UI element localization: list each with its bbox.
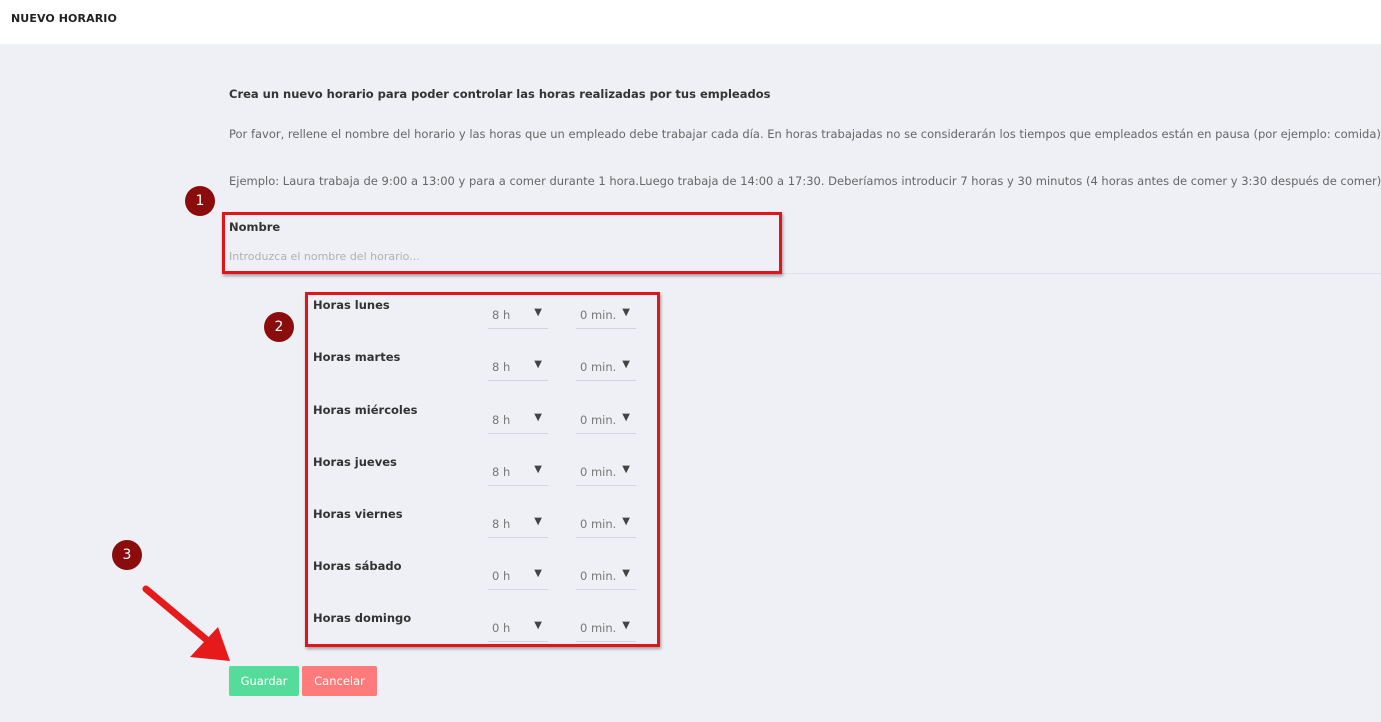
hours-select[interactable]: 8 h ▼ [488, 513, 548, 538]
caret-down-icon: ▼ [534, 568, 542, 579]
divider [229, 273, 1381, 274]
day-label: Horas domingo [313, 611, 412, 625]
day-label: Horas sábado [313, 559, 402, 573]
top-bar: NUEVO HORARIO [0, 0, 1381, 44]
minutes-value: 0 min. [580, 569, 617, 583]
caret-down-icon: ▼ [534, 359, 542, 370]
minutes-select[interactable]: 0 min. ▼ [576, 356, 636, 381]
hours-select[interactable]: 8 h ▼ [488, 356, 548, 381]
caret-down-icon: ▼ [622, 516, 630, 527]
page-title: NUEVO HORARIO [11, 12, 117, 25]
day-row-miercoles: Horas miércoles 8 h ▼ 0 min. ▼ [313, 403, 653, 455]
intro-paragraph-2: Ejemplo: Laura trabaja de 9:00 a 13:00 y… [229, 174, 1381, 188]
hours-value: 8 h [492, 465, 511, 479]
name-label: Nombre [229, 220, 281, 234]
minutes-value: 0 min. [580, 517, 617, 531]
hours-value: 0 h [492, 569, 511, 583]
minutes-value: 0 min. [580, 621, 617, 635]
day-label: Horas viernes [313, 507, 403, 521]
hours-select[interactable]: 8 h ▼ [488, 409, 548, 434]
caret-down-icon: ▼ [622, 412, 630, 423]
intro-paragraph-1: Por favor, rellene el nombre del horario… [229, 127, 1381, 141]
minutes-select[interactable]: 0 min. ▼ [576, 565, 636, 590]
minutes-value: 0 min. [580, 413, 617, 427]
day-row-sabado: Horas sábado 0 h ▼ 0 min. ▼ [313, 559, 653, 611]
caret-down-icon: ▼ [534, 307, 542, 318]
minutes-select[interactable]: 0 min. ▼ [576, 461, 636, 486]
cancel-button[interactable]: Cancelar [302, 666, 377, 696]
hours-value: 0 h [492, 621, 511, 635]
caret-down-icon: ▼ [622, 620, 630, 631]
step-badge-2: 2 [264, 312, 294, 342]
save-button[interactable]: Guardar [229, 666, 299, 696]
day-row-domingo: Horas domingo 0 h ▼ 0 min. ▼ [313, 611, 653, 663]
step-badge-1: 1 [185, 186, 215, 216]
minutes-value: 0 min. [580, 360, 617, 374]
caret-down-icon: ▼ [534, 412, 542, 423]
caret-down-icon: ▼ [622, 307, 630, 318]
day-row-lunes: Horas lunes 8 h ▼ 0 min. ▼ [313, 298, 653, 350]
intro-heading: Crea un nuevo horario para poder control… [229, 87, 771, 101]
hours-value: 8 h [492, 360, 511, 374]
caret-down-icon: ▼ [622, 359, 630, 370]
minutes-select[interactable]: 0 min. ▼ [576, 409, 636, 434]
minutes-select[interactable]: 0 min. ▼ [576, 304, 636, 329]
hours-value: 8 h [492, 413, 511, 427]
day-label: Horas jueves [313, 455, 397, 469]
hours-value: 8 h [492, 517, 511, 531]
day-row-martes: Horas martes 8 h ▼ 0 min. ▼ [313, 350, 653, 402]
caret-down-icon: ▼ [622, 568, 630, 579]
hours-select[interactable]: 0 h ▼ [488, 617, 548, 642]
day-label: Horas martes [313, 350, 401, 364]
day-row-viernes: Horas viernes 8 h ▼ 0 min. ▼ [313, 507, 653, 559]
caret-down-icon: ▼ [622, 464, 630, 475]
minutes-select[interactable]: 0 min. ▼ [576, 513, 636, 538]
hours-select[interactable]: 8 h ▼ [488, 461, 548, 486]
hours-select[interactable]: 8 h ▼ [488, 304, 548, 329]
step-badge-3: 3 [112, 540, 142, 570]
hours-value: 8 h [492, 308, 511, 322]
arrow-icon [142, 585, 230, 661]
minutes-value: 0 min. [580, 465, 617, 479]
day-row-jueves: Horas jueves 8 h ▼ 0 min. ▼ [313, 455, 653, 507]
caret-down-icon: ▼ [534, 464, 542, 475]
day-label: Horas miércoles [313, 403, 418, 417]
minutes-value: 0 min. [580, 308, 617, 322]
day-label: Horas lunes [313, 298, 390, 312]
minutes-select[interactable]: 0 min. ▼ [576, 617, 636, 642]
schedule-name-input[interactable] [228, 246, 778, 266]
caret-down-icon: ▼ [534, 516, 542, 527]
caret-down-icon: ▼ [534, 620, 542, 631]
hours-select[interactable]: 0 h ▼ [488, 565, 548, 590]
